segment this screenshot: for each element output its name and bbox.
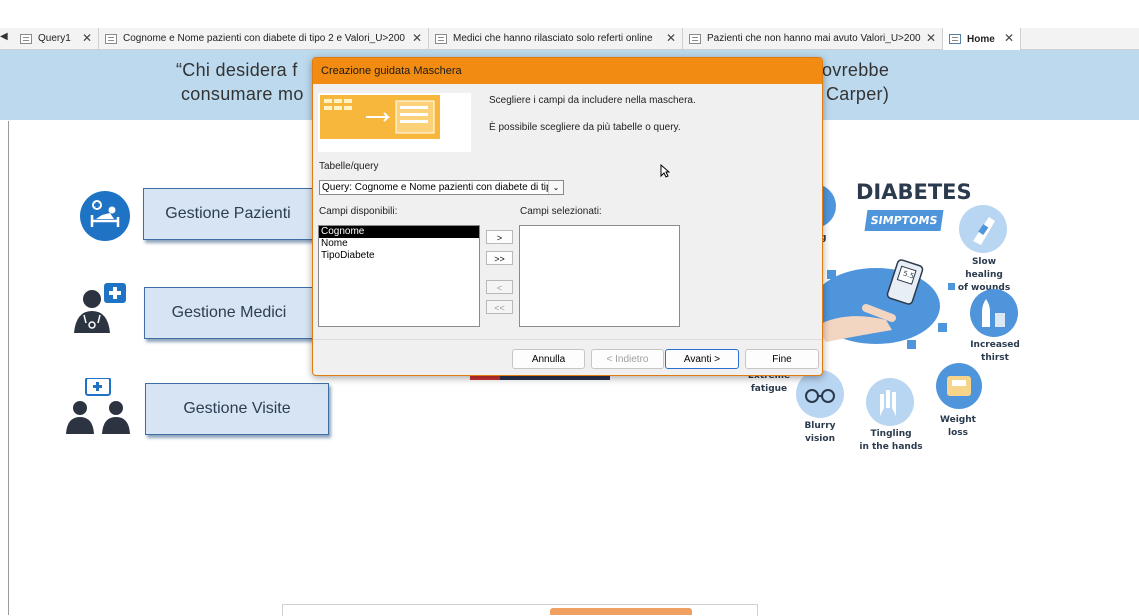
simptoms-label: SIMPTOMS <box>869 214 939 227</box>
tab-label: Medici che hanno rilasciato solo referti… <box>453 33 653 44</box>
decor-square <box>907 340 916 349</box>
tingling-hands-icon <box>866 378 914 426</box>
back-button[interactable]: < Indietro <box>591 349 664 369</box>
mouse-cursor-icon <box>660 163 671 183</box>
button-label: Gestione Visite <box>183 400 291 417</box>
close-icon[interactable]: ✕ <box>1004 31 1014 45</box>
tab-query-pazienti[interactable]: Pazienti che non hanno mai avuto Valori_… <box>683 28 943 49</box>
add-all-fields-button[interactable]: >> <box>486 251 513 265</box>
instruction-line2: È possibile scegliere da più tabelle o q… <box>489 122 681 133</box>
query-icon <box>689 33 701 44</box>
next-button[interactable]: Avanti > <box>665 349 739 369</box>
cancel-button[interactable]: Annulla <box>512 349 585 369</box>
tab-query-medici[interactable]: Medici che hanno rilasciato solo referti… <box>429 28 683 49</box>
close-icon[interactable]: ✕ <box>926 31 936 45</box>
form-left-border <box>8 121 9 615</box>
bottom-accent-button[interactable] <box>550 608 692 615</box>
increased-thirst-icon <box>970 289 1018 337</box>
quote-line1-right: ovrebbe <box>822 60 890 80</box>
diabetes-title: DIABETES <box>856 180 972 204</box>
tab-scroll-left-icon[interactable]: ◀ <box>0 31 8 42</box>
decor-square <box>948 283 955 290</box>
simptoms-badge: SIMPTOMS <box>864 210 944 231</box>
remove-field-button[interactable]: < <box>486 280 513 294</box>
button-label: Gestione Pazienti <box>165 205 291 222</box>
tingling-hands-label: Tingling in the hands <box>859 429 923 452</box>
wizard-illustration <box>318 93 471 152</box>
increased-thirst-label: Increased thirst <box>970 340 1020 363</box>
remove-all-fields-button[interactable]: << <box>486 300 513 314</box>
patient-bed-icon <box>80 191 130 241</box>
decor-square <box>827 270 836 279</box>
document-tab-bar: ◀ Query1 ✕ Cognome e Nome pazienti con d… <box>0 28 1139 50</box>
available-fields-list[interactable]: Cognome Nome TipoDiabete <box>318 225 480 327</box>
blurry-vision-icon <box>796 370 844 418</box>
weight-loss-icon <box>936 363 982 409</box>
tab-query1[interactable]: Query1 ✕ <box>14 28 99 49</box>
button-label: Gestione Medici <box>171 304 287 321</box>
tab-label: Home <box>967 33 995 45</box>
chevron-down-icon[interactable]: ⌄ <box>548 181 563 194</box>
blurry-vision-label: Blurry vision <box>804 421 836 444</box>
form-wizard-dialog: Creazione guidata Maschera Scegliere i c… <box>312 57 823 376</box>
list-item[interactable]: TipoDiabete <box>319 250 479 262</box>
slow-healing-icon <box>959 205 1007 253</box>
instruction-line1: Scegliere i campi da includere nella mas… <box>489 95 696 106</box>
gestione-visite-button[interactable]: Gestione Visite <box>145 383 329 435</box>
tab-label: Query1 <box>38 33 71 44</box>
selected-fields-label: Campi selezionati: <box>520 206 602 217</box>
finish-button[interactable]: Fine <box>745 349 819 369</box>
close-icon[interactable]: ✕ <box>666 31 676 45</box>
weight-loss-label: Weight loss <box>940 415 976 438</box>
tables-query-select[interactable]: Query: Cognome e Nome pazienti con diabe… <box>319 180 564 195</box>
quote-line2-right: Carper) <box>826 84 890 104</box>
visit-people-icon <box>64 377 134 434</box>
tab-label: Cognome e Nome pazienti con diabete di t… <box>123 33 405 44</box>
add-field-button[interactable]: > <box>486 230 513 244</box>
form-icon <box>949 34 961 44</box>
tables-query-value: Query: Cognome e Nome pazienti con diabe… <box>322 182 564 193</box>
list-item[interactable]: Cognome <box>319 226 479 238</box>
doctor-add-icon <box>72 283 128 335</box>
tables-query-label: Tabelle/query <box>319 161 379 172</box>
decor-square <box>938 323 947 332</box>
decor-square <box>922 306 931 315</box>
query-icon <box>20 33 32 44</box>
close-icon[interactable]: ✕ <box>82 31 92 45</box>
dialog-title: Creazione guidata Maschera <box>313 58 822 84</box>
gestione-pazienti-button[interactable]: Gestione Pazienti <box>143 188 313 240</box>
query-icon <box>105 33 117 44</box>
close-icon[interactable]: ✕ <box>412 31 422 45</box>
query-icon <box>435 33 447 44</box>
gestione-medici-button[interactable]: Gestione Medici <box>144 287 314 339</box>
selected-fields-list[interactable] <box>519 225 680 327</box>
quote-line2-left: consumare mo <box>181 84 304 104</box>
tab-label: Pazienti che non hanno mai avuto Valori_… <box>707 33 921 44</box>
dialog-footer-divider <box>313 339 822 340</box>
list-item[interactable]: Nome <box>319 238 479 250</box>
available-fields-label: Campi disponibili: <box>319 206 398 217</box>
quote-line1-left: “Chi desidera f <box>176 60 298 80</box>
tab-query-diabete-tipo2[interactable]: Cognome e Nome pazienti con diabete di t… <box>99 28 429 49</box>
tab-home[interactable]: Home ✕ <box>943 28 1021 50</box>
